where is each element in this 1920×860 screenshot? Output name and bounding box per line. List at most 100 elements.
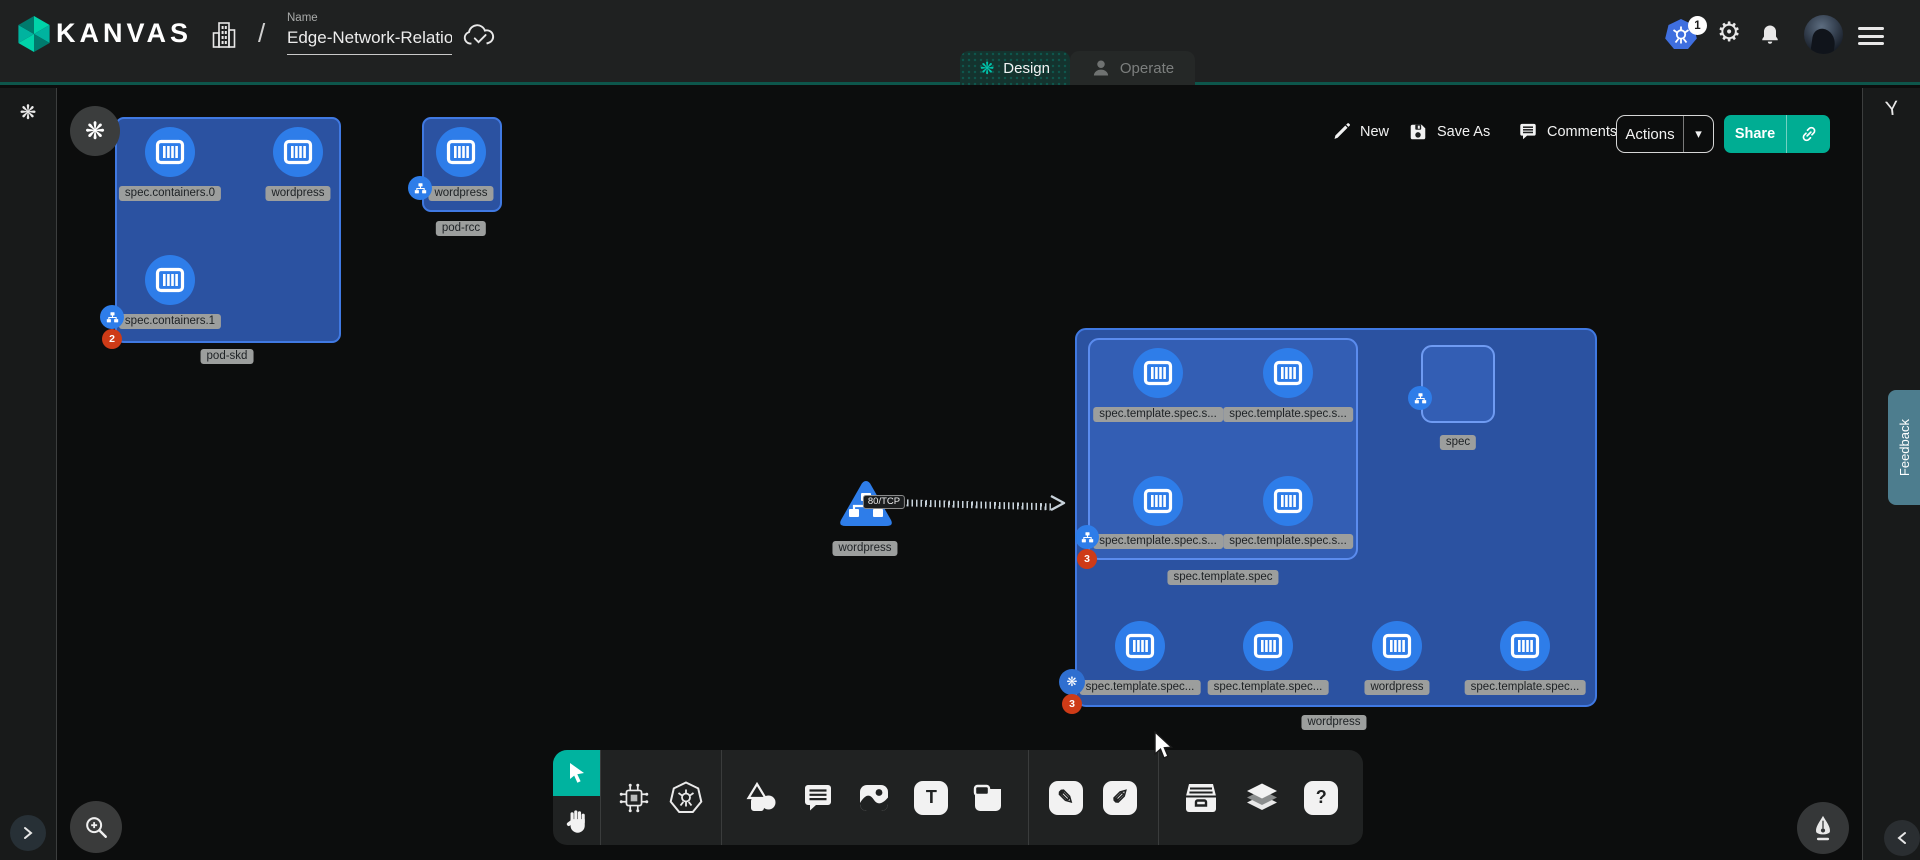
saved-components-drawer-tool[interactable] (1183, 781, 1219, 815)
node-spec-template-spec-1[interactable] (1263, 348, 1313, 398)
group-hierarchy-icon[interactable] (100, 305, 124, 329)
container-icon (1143, 360, 1173, 386)
text-tool[interactable]: T (914, 781, 948, 815)
actions-button-label: Actions (1617, 126, 1683, 143)
new-button-label: New (1360, 124, 1389, 140)
node-spec-template-spec-2[interactable] (1133, 476, 1183, 526)
layers-icon (1244, 781, 1280, 815)
shapes-icon (744, 781, 778, 815)
save-floppy-icon (1408, 122, 1428, 142)
group-spec-template-spec[interactable] (1088, 338, 1358, 560)
magnifier-plus-icon (83, 814, 109, 840)
menu-hamburger-icon[interactable] (1858, 27, 1884, 50)
note-tool[interactable] (971, 781, 1005, 815)
comment-tool[interactable] (801, 781, 835, 815)
shapes-tool[interactable] (744, 781, 778, 815)
share-link-icon[interactable] (1800, 125, 1818, 143)
collapse-right-panel-button[interactable] (1884, 820, 1920, 856)
zoom-search-button[interactable] (70, 801, 122, 853)
node-spec-template-spec-6[interactable] (1500, 621, 1550, 671)
brand-name: KANVAS (56, 18, 192, 49)
group-meshery-icon[interactable]: ❋ (1059, 669, 1085, 695)
edge-pen-glyph: ✎ (1057, 785, 1074, 810)
kubernetes-tool[interactable] (668, 780, 704, 816)
pan-tool[interactable] (553, 796, 600, 845)
node-spec-template-spec-3[interactable] (1263, 476, 1313, 526)
pen-mode-button[interactable] (1797, 802, 1849, 854)
comment-bubble-icon (801, 781, 835, 815)
node-wordpress-pod-skd[interactable] (273, 127, 323, 177)
edge-arrowhead-icon (1048, 494, 1068, 512)
share-button[interactable]: Share (1724, 115, 1830, 153)
container-icon (1253, 633, 1283, 659)
group-issue-badge[interactable]: 2 (102, 329, 122, 349)
notifications-bell-icon[interactable] (1758, 21, 1782, 49)
kubernetes-context-count-badge[interactable]: 1 (1688, 16, 1707, 35)
kubernetes-wheel-icon (668, 780, 704, 816)
cloud-save-status-icon (462, 22, 496, 50)
actions-dropdown-button[interactable]: Actions ▾ (1616, 115, 1714, 153)
organization-icon[interactable] (212, 20, 236, 50)
kanvas-logo-icon[interactable] (14, 14, 54, 54)
collapsed-node-spiral-icon: ❋ (85, 117, 105, 146)
node-spec[interactable] (1421, 345, 1495, 423)
container-icon (1382, 633, 1412, 659)
group-hierarchy-icon[interactable] (408, 176, 432, 200)
edge-port-label: 80/TCP (863, 495, 905, 509)
expand-left-panel-button[interactable] (10, 815, 46, 851)
node-label: wordpress (428, 186, 493, 201)
new-button[interactable]: New (1332, 122, 1389, 141)
help-tool[interactable]: ? (1304, 781, 1338, 815)
user-avatar[interactable] (1804, 15, 1843, 54)
comments-bubble-icon (1518, 122, 1538, 142)
collapsed-group-node[interactable]: ❋ (70, 106, 120, 156)
node-spec-template-spec-0[interactable] (1133, 348, 1183, 398)
node-spec-template-spec-4[interactable] (1115, 621, 1165, 671)
group-issue-badge[interactable]: 3 (1077, 549, 1097, 569)
settings-gear-icon[interactable]: ⚙ (1717, 19, 1741, 46)
node-spec-template-spec-5[interactable] (1243, 621, 1293, 671)
help-glyph: ? (1304, 781, 1338, 815)
feedback-tab[interactable]: Feedback (1888, 390, 1920, 505)
group-hierarchy-icon[interactable] (1075, 525, 1099, 549)
node-spec-containers-1[interactable] (145, 255, 195, 305)
pen-nib-icon (1810, 814, 1836, 842)
group-issue-badge[interactable]: 3 (1062, 694, 1082, 714)
container-icon (446, 139, 476, 165)
node-label: spec.containers.1 (119, 314, 221, 329)
left-sidebar: ❋ (0, 88, 57, 860)
node-spec-containers-0[interactable] (145, 127, 195, 177)
share-button-label: Share (1724, 126, 1786, 142)
tab-operate[interactable]: Operate (1070, 51, 1195, 85)
comments-button-label: Comments (1547, 124, 1617, 140)
group-label: pod-skd (201, 349, 254, 364)
node-label: spec.template.spec... (1080, 680, 1201, 695)
right-panel-y-icon[interactable]: Y (1876, 96, 1908, 122)
node-label: spec.template.spec.s... (1223, 407, 1353, 422)
service-to-deployment-edge[interactable] (893, 499, 1051, 510)
design-name-input[interactable] (287, 28, 452, 55)
select-tool[interactable] (553, 750, 600, 796)
node-wordpress-container[interactable] (1372, 621, 1422, 671)
comments-button[interactable]: Comments (1518, 122, 1617, 142)
image-tool[interactable] (857, 781, 891, 815)
service-node-label: wordpress (832, 541, 897, 556)
container-icon (1273, 488, 1303, 514)
node-label: spec.template.spec.s... (1093, 407, 1223, 422)
hand-icon (565, 808, 589, 834)
image-icon (857, 781, 891, 815)
meshery-spiral-icon[interactable]: ❋ (14, 100, 42, 125)
layers-tool[interactable] (1244, 781, 1280, 815)
freehand-draw-tool[interactable]: ✐ (1103, 781, 1137, 815)
tab-design[interactable]: ❋ Design (960, 51, 1070, 85)
node-wordpress-pod-rcc[interactable] (436, 127, 486, 177)
edge-pen-tool[interactable]: ✎ (1049, 781, 1083, 815)
component-chip-tool[interactable] (617, 781, 651, 815)
container-icon (1125, 633, 1155, 659)
save-as-button[interactable]: Save As (1408, 122, 1490, 142)
container-icon (1510, 633, 1540, 659)
group-hierarchy-icon[interactable] (1408, 386, 1432, 410)
actions-caret-down-icon[interactable]: ▾ (1684, 126, 1713, 142)
new-pencil-icon (1332, 122, 1351, 141)
save-as-button-label: Save As (1437, 124, 1490, 140)
